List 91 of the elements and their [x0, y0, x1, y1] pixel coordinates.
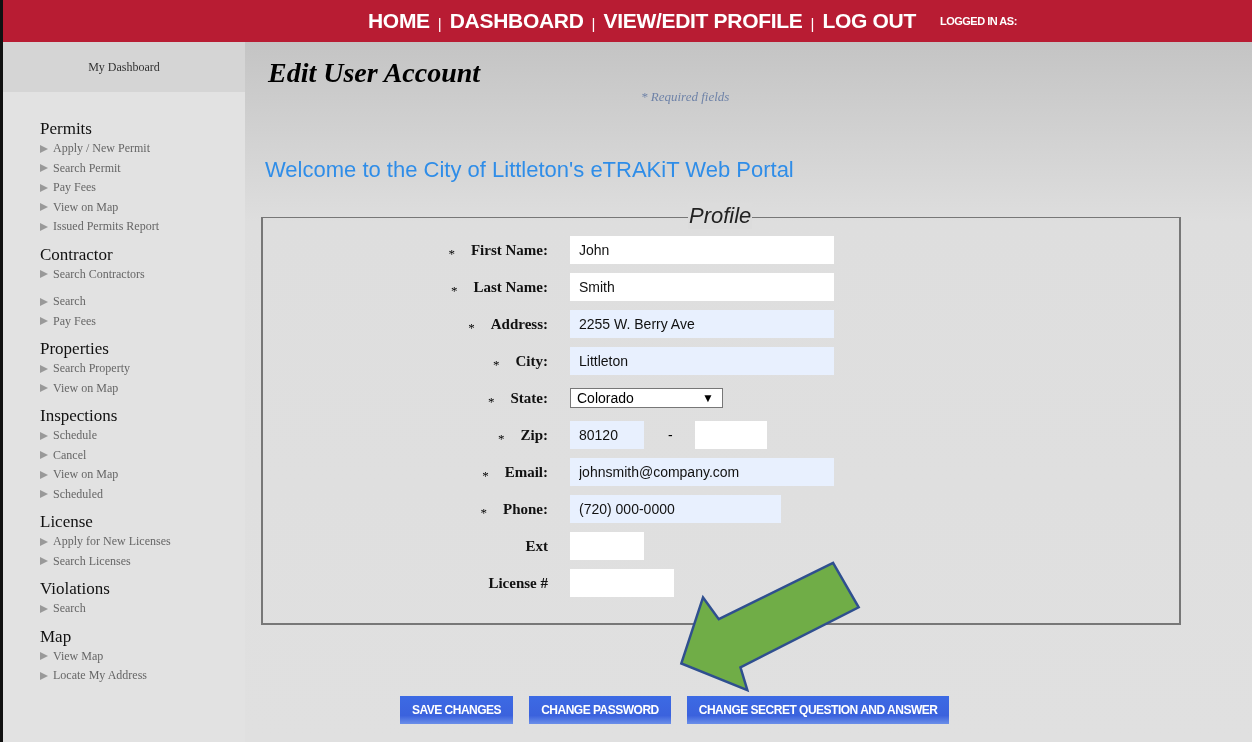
sidebar-link[interactable]: Search Contractors [40, 264, 145, 284]
sidebar-link[interactable]: View on Map [40, 197, 119, 217]
page-title: Edit User Account [268, 56, 481, 90]
required-mark: * [480, 505, 487, 521]
sidebar-link[interactable]: Schedule [40, 426, 97, 446]
input-field[interactable] [694, 421, 767, 449]
sidebar-link[interactable]: View on Map [40, 378, 119, 398]
triangle-icon [40, 671, 48, 680]
sidebar-link[interactable]: Search [40, 292, 86, 312]
nav-link[interactable]: HOME [368, 9, 430, 33]
field-label: City: [515, 352, 548, 370]
triangle-icon [40, 652, 48, 661]
input-field[interactable]: 80120 [570, 421, 644, 449]
triangle-icon [40, 270, 48, 279]
sidebar-link[interactable]: Apply / New Permit [40, 139, 150, 159]
input-field[interactable]: Littleton [570, 347, 834, 375]
required-mark: * [450, 283, 458, 299]
required-mark: * [468, 320, 475, 336]
triangle-icon [40, 431, 48, 440]
sidebar-heading: Inspections [40, 406, 118, 426]
required-mark: * [493, 357, 500, 373]
nav-link[interactable]: DASHBOARD [449, 9, 584, 33]
sidebar-heading: Map [40, 626, 72, 647]
input-field[interactable] [570, 532, 644, 560]
dashboard-link[interactable]: My Dashboard [3, 42, 245, 92]
nav-link[interactable]: LOG OUT [822, 9, 916, 33]
sidebar-link[interactable]: Pay Fees [40, 311, 96, 331]
triangle-icon [40, 537, 48, 546]
sidebar-link[interactable]: Search Permit [40, 158, 121, 178]
nav-link[interactable]: VIEW/EDIT PROFILE [603, 9, 803, 33]
zip-separator: - [668, 427, 673, 443]
triangle-icon [40, 317, 48, 326]
sidebar-link[interactable]: View Map [40, 646, 104, 666]
input-field[interactable]: 2255 W. Berry Ave [570, 310, 834, 338]
field-label: Last Name: [473, 278, 548, 296]
triangle-icon [40, 470, 48, 479]
triangle-icon [40, 604, 48, 613]
field-label: Zip: [520, 426, 548, 444]
triangle-icon [40, 297, 48, 306]
field-label: License # [488, 574, 548, 592]
input-field[interactable]: Smith [570, 273, 834, 301]
sidebar-link[interactable]: Issued Permits Report [40, 217, 159, 237]
field-label: Address: [490, 315, 548, 333]
sidebar-link[interactable]: View on Map [40, 465, 119, 485]
sidebar-heading: License [40, 512, 93, 532]
input-field[interactable] [570, 569, 674, 597]
triangle-icon [40, 490, 48, 499]
dropdown[interactable]: Colorado ▼ [570, 388, 723, 408]
sidebar-heading: Violations [40, 579, 110, 599]
sidebar-link[interactable]: Search Licenses [40, 551, 131, 571]
sidebar-link[interactable]: Search Property [40, 359, 130, 379]
nav-separator: | [591, 14, 596, 32]
required-mark: * [488, 394, 495, 410]
nav-separator: | [810, 14, 815, 32]
required-mark: * [482, 468, 489, 484]
required-note: * Required fields [641, 90, 730, 104]
sidebar-heading: Permits [40, 119, 92, 139]
field-label: Email: [504, 463, 548, 481]
nav-separator: | [437, 14, 442, 32]
sidebar-link[interactable]: Cancel [40, 445, 87, 465]
input-field[interactable]: (720) 000-0000 [570, 495, 781, 523]
triangle-icon [40, 364, 48, 373]
sidebar-link[interactable]: Apply for New Licenses [40, 532, 171, 552]
field-label: Phone: [503, 500, 548, 518]
triangle-icon [40, 203, 48, 212]
triangle-icon [40, 164, 48, 173]
sidebar-heading: Contractor [40, 244, 113, 265]
field-label: First Name: [470, 241, 548, 259]
logged-in-label: LOGGED IN AS: [940, 15, 1017, 27]
input-field[interactable]: johnsmith@company.com [570, 458, 834, 486]
triangle-icon [40, 222, 48, 231]
sidebar-link[interactable]: Pay Fees [40, 178, 96, 198]
caret-icon: ▼ [702, 391, 714, 405]
triangle-icon [40, 451, 48, 460]
action-button[interactable]: CHANGE SECRET QUESTION AND ANSWER [686, 696, 950, 724]
action-button[interactable]: CHANGE PASSWORD [529, 696, 671, 724]
required-mark: * [448, 246, 455, 262]
input-field[interactable]: John [570, 236, 834, 264]
triangle-icon [40, 557, 48, 566]
sidebar-link[interactable]: Scheduled [40, 484, 103, 504]
sidebar-link[interactable]: Search [40, 599, 86, 619]
sidebar-link[interactable]: Locate My Address [40, 666, 147, 686]
triangle-icon [40, 144, 48, 153]
triangle-icon [40, 384, 48, 393]
required-mark: * [498, 431, 505, 447]
field-label: Ext [525, 537, 548, 555]
welcome-heading: Welcome to the City of Littleton's eTRAKiT Web Portal [265, 157, 794, 183]
triangle-icon [40, 183, 48, 192]
sidebar-heading: Properties [40, 339, 109, 359]
field-label: State: [510, 389, 548, 407]
action-button[interactable]: SAVE CHANGES [400, 696, 514, 724]
